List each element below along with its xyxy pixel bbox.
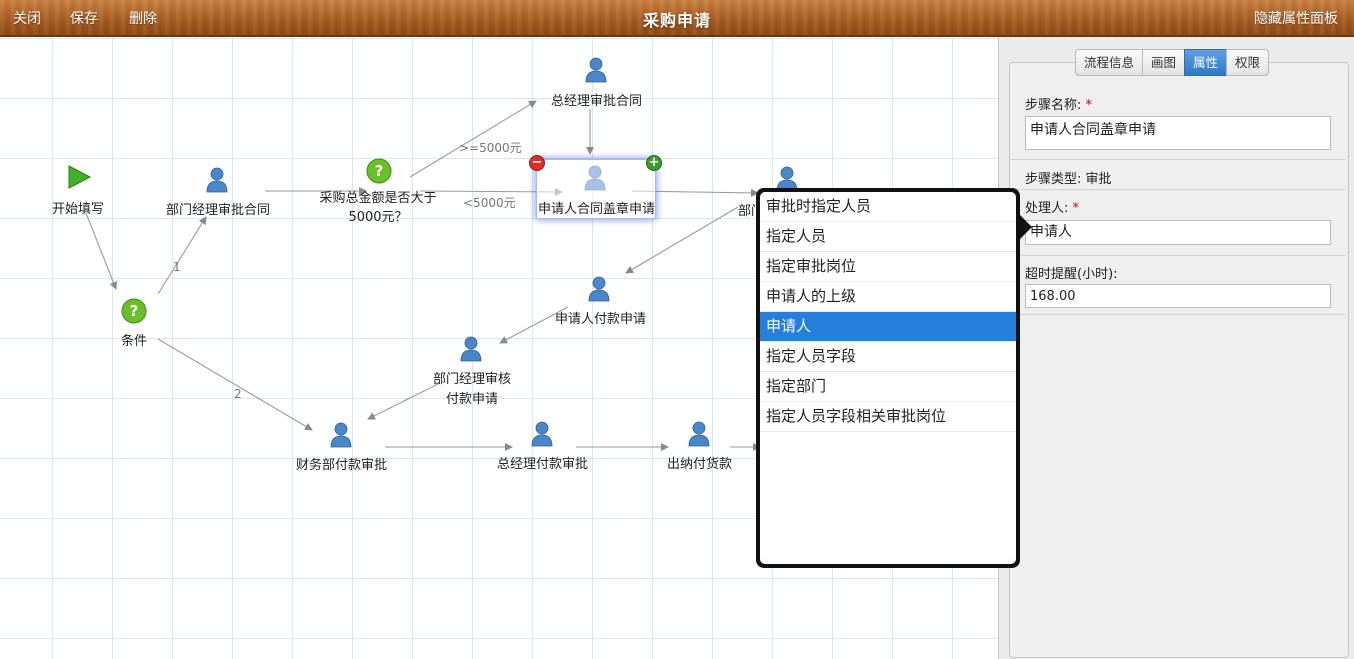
user-icon	[330, 422, 352, 448]
divider	[1010, 189, 1346, 190]
user-icon	[588, 276, 610, 302]
svg-text:?: ?	[375, 162, 384, 180]
dropdown-option[interactable]: 指定人员	[760, 222, 1016, 252]
dropdown-option[interactable]: 申请人的上级	[760, 282, 1016, 312]
question-icon: ?	[366, 158, 392, 184]
node-gm-pay-label[interactable]: 总经理付款审批	[497, 453, 588, 472]
required-mark: *	[1085, 98, 1093, 113]
timeout-input[interactable]	[1025, 284, 1331, 308]
node-cashier-label[interactable]: 出纳付货款	[667, 453, 732, 472]
dropdown-option[interactable]: 申请人	[760, 312, 1016, 342]
hide-panel-button[interactable]: 隐藏属性面板	[1254, 8, 1338, 28]
dropdown-option[interactable]: 指定部门	[760, 372, 1016, 402]
node-dept-mgr-label[interactable]: 部门经理审批合同	[166, 199, 270, 218]
divider	[1010, 159, 1346, 160]
dropdown-option[interactable]: 指定审批岗位	[760, 252, 1016, 282]
tab-flow-info[interactable]: 流程信息	[1075, 49, 1144, 76]
required-mark: *	[1072, 201, 1080, 216]
node-dept-review-label-2[interactable]: 付款申请	[446, 388, 498, 407]
svg-text:?: ?	[130, 302, 139, 320]
dropdown-option[interactable]: 审批时指定人员	[760, 192, 1016, 222]
page-title: 采购申请	[642, 11, 711, 30]
node-amount-check-label[interactable]: 采购总金额是否大于5000元？	[318, 189, 438, 227]
user-icon	[460, 336, 482, 362]
property-panel-frame	[1009, 62, 1349, 658]
step-type-label: 步骤类型: 审批	[1025, 172, 1112, 187]
step-name-label-text: 步骤名称:	[1025, 98, 1082, 113]
handler-dropdown: 审批时指定人员 指定人员 指定审批岗位 申请人的上级 申请人 指定人员字段 指定部门 指定人员…	[756, 188, 1020, 568]
divider	[1010, 314, 1346, 315]
question-icon: ?	[121, 298, 147, 324]
divider	[1010, 255, 1346, 256]
edge-label-gt5000: >=5000元	[459, 141, 522, 155]
dropdown-pointer	[1018, 213, 1032, 241]
remove-node-icon[interactable]: −	[529, 155, 545, 171]
edge-label-branch1: 1	[173, 260, 181, 274]
dropdown-option[interactable]: 指定人员字段相关审批岗位	[760, 402, 1016, 432]
edge-review-finance	[367, 382, 441, 420]
top-toolbar: 关闭 保存 删除 采购申请 隐藏属性面板	[0, 0, 1354, 37]
handler-dropdown-list: 审批时指定人员 指定人员 指定审批岗位 申请人的上级 申请人 指定人员字段 指定部门 指定人员…	[760, 192, 1016, 564]
node-gm-approve-label[interactable]: 总经理审批合同	[551, 90, 642, 109]
user-icon	[585, 57, 607, 83]
add-node-icon[interactable]: +	[646, 155, 662, 171]
node-start-label[interactable]: 开始填写	[52, 198, 104, 217]
node-dept-review-label-1[interactable]: 部门经理审核	[433, 368, 511, 387]
start-icon	[68, 165, 92, 189]
tab-properties[interactable]: 属性	[1184, 49, 1228, 76]
timeout-label: 超时提醒(小时):	[1025, 267, 1118, 282]
user-icon	[688, 421, 710, 447]
handler-select[interactable]: 申请人	[1025, 220, 1331, 245]
node-condition-label[interactable]: 条件	[121, 330, 147, 349]
dropdown-option[interactable]: 指定人员字段	[760, 342, 1016, 372]
property-panel: 流程信息 画图 属性 权限 步骤名称: * 申请人合同盖章申请 步骤类型: 审批…	[998, 37, 1354, 659]
edge-start-condition	[85, 212, 118, 290]
edge-condition-finance	[157, 338, 313, 431]
panel-tabs: 流程信息 画图 属性 权限	[1075, 49, 1270, 76]
edge-condition-deptmgr	[157, 216, 207, 295]
tab-permissions[interactable]: 权限	[1226, 49, 1270, 76]
user-icon	[206, 167, 228, 193]
node-pay-request-label[interactable]: 申请人付款申请	[555, 308, 646, 327]
handler-label: 处理人: *	[1025, 197, 1079, 216]
node-finance-label[interactable]: 财务部付款审批	[296, 454, 387, 473]
tab-draw[interactable]: 画图	[1142, 49, 1186, 76]
edge-label-branch2: 2	[234, 387, 242, 401]
node-seal-label[interactable]: 申请人合同盖章申请	[538, 198, 655, 217]
user-icon	[531, 421, 553, 447]
step-name-input[interactable]: 申请人合同盖章申请	[1025, 116, 1331, 150]
step-name-label: 步骤名称: *	[1025, 94, 1092, 113]
edge-label-lt5000: <5000元	[463, 196, 516, 210]
